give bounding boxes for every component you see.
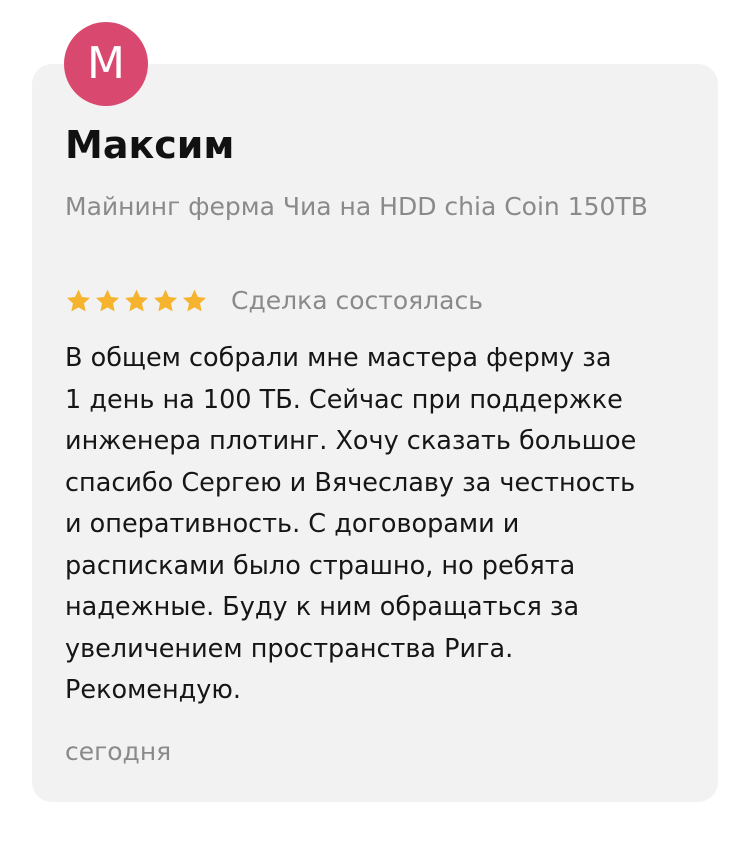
review-line: спасибо Сергею и Вячеславу за честность — [65, 467, 636, 498]
star-icon — [151, 287, 180, 316]
star-rating — [64, 287, 209, 316]
review-line: увеличением пространства Рига. — [65, 633, 514, 664]
star-icon — [93, 287, 122, 316]
rating-row: Сделка состоялась — [64, 282, 483, 320]
review-line: В общем собрали мне мастера ферму за — [65, 343, 612, 373]
author-name: Максим — [65, 123, 235, 167]
review-page: М Максим Майнинг ферма Чиа на HDD chia C… — [0, 0, 750, 844]
deal-status: Сделка состоялась — [231, 286, 483, 315]
review-date: сегодня — [65, 737, 172, 766]
review-line: инженера плотинг. Хочу сказать большое — [65, 426, 637, 456]
review-text: В общем собрали мне мастера ферму за 1 д… — [65, 338, 685, 712]
star-icon — [122, 287, 151, 316]
review-line: 1 день на 100 ТБ. Сейчас при поддержке — [65, 384, 623, 415]
star-icon — [180, 287, 209, 316]
review-line: и оперативность. С договорами и — [65, 509, 520, 539]
avatar: М — [64, 22, 148, 106]
review-line: Рекомендую. — [65, 675, 241, 705]
star-icon — [64, 287, 93, 316]
review-line: расписками было страшно, но ребята — [65, 550, 576, 581]
product-title[interactable]: Майнинг ферма Чиа на HDD chia Coin 150TB — [65, 188, 665, 226]
review-line: надежные. Буду к ним обращаться за — [65, 592, 580, 622]
